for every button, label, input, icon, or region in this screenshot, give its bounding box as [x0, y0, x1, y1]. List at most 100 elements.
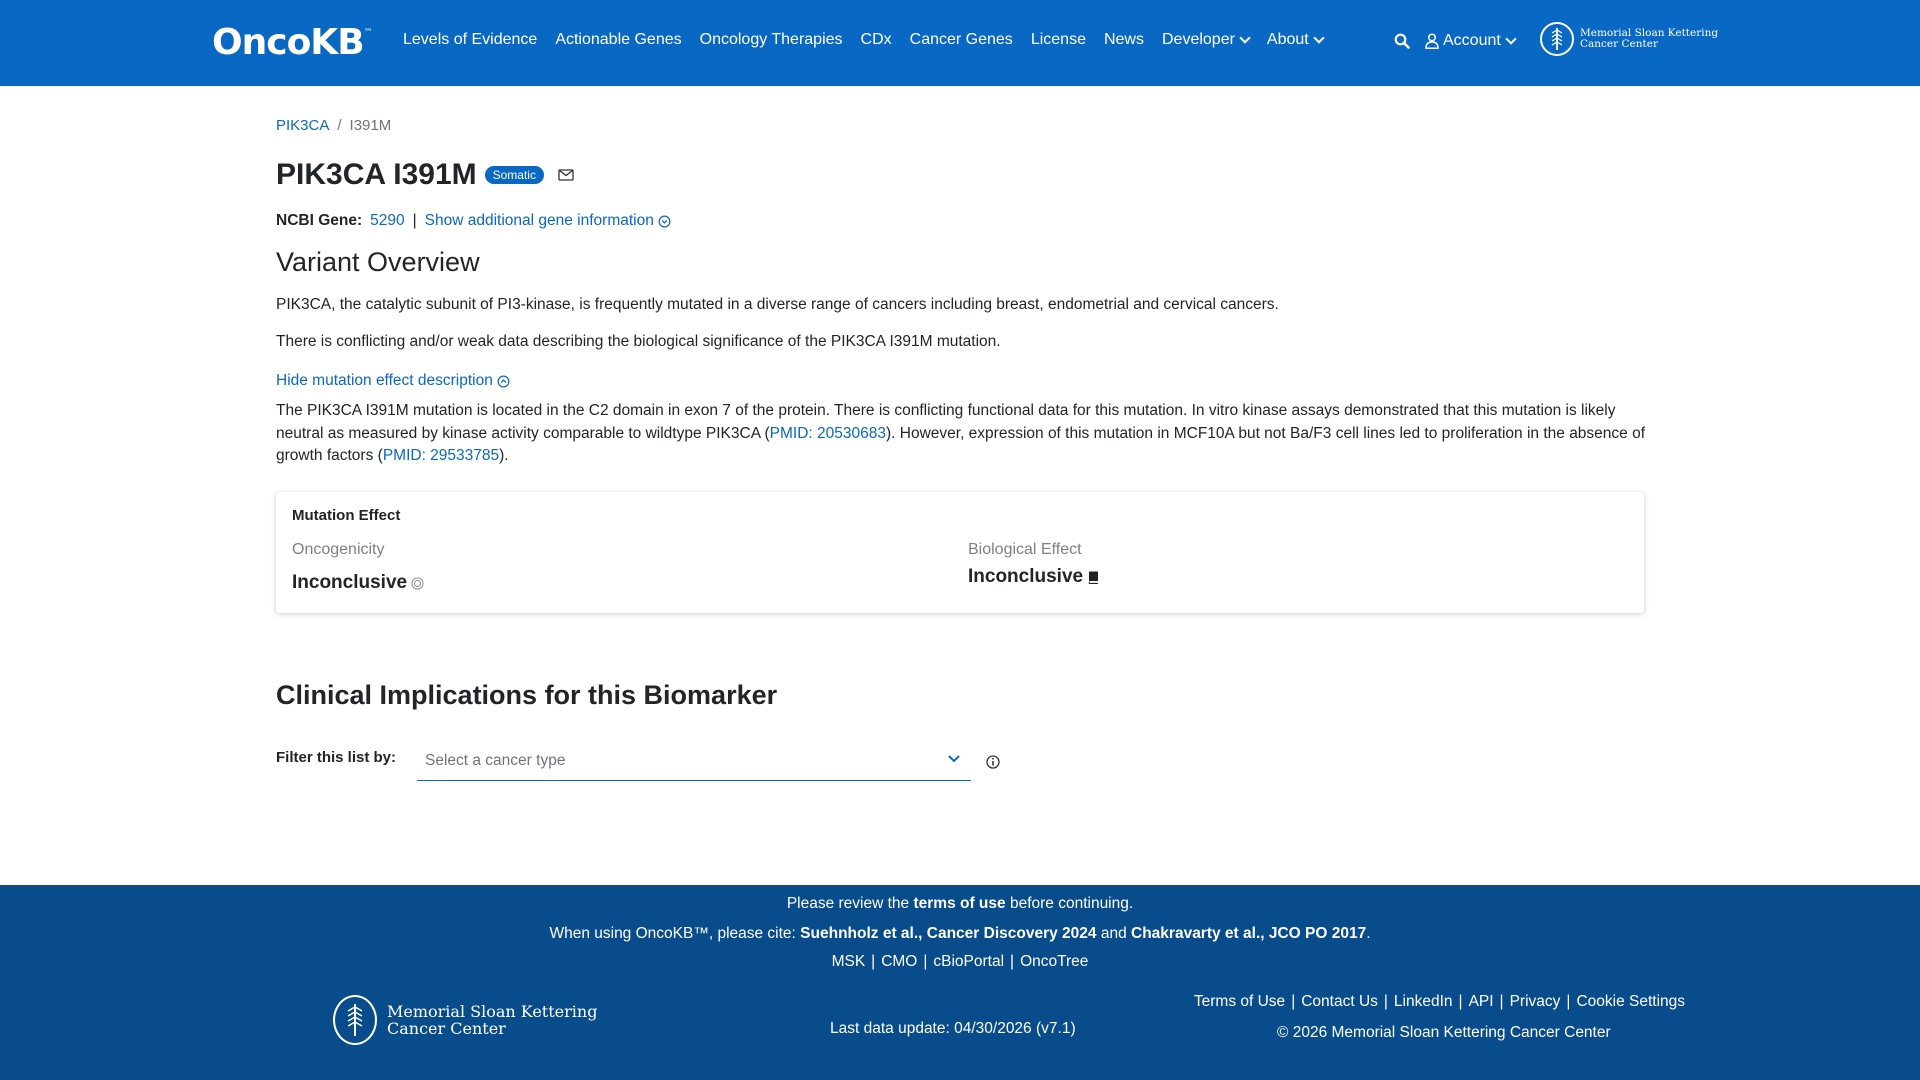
- cite-text-c: and: [1096, 925, 1132, 942]
- top-navbar: OncoKB™ Levels of Evidence Actionable Ge…: [0, 0, 1920, 86]
- book-icon[interactable]: [1087, 570, 1100, 584]
- review-text-c: before continuing.: [1005, 895, 1134, 912]
- oncogenicity-label: Oncogenicity: [292, 541, 385, 558]
- breadcrumb-gene-link[interactable]: PIK3CA: [276, 117, 329, 134]
- msk-footer-logo[interactable]: Memorial Sloan Kettering Cancer Center: [333, 995, 597, 1045]
- footer-cite-line: When using OncoKB™, please cite: Suehnho…: [0, 925, 1920, 943]
- terms-link[interactable]: Terms of Use: [1194, 993, 1285, 1010]
- mutation-effect-description: The PIK3CA I391M mutation is located in …: [276, 400, 1648, 468]
- variant-summary: There is conflicting and/or weak data de…: [276, 333, 1001, 350]
- account-menu[interactable]: Account: [1425, 32, 1517, 50]
- pipe-divider: |: [871, 953, 876, 970]
- pmid-link-20530683[interactable]: PMID: 20530683: [770, 425, 886, 442]
- review-text-a: Please review the: [786, 895, 914, 912]
- nav-oncology-therapies[interactable]: Oncology Therapies: [691, 31, 852, 49]
- cite-text-a: When using OncoKB™, please cite:: [549, 925, 801, 942]
- biological-effect-value: Inconclusive: [968, 566, 1084, 587]
- chevron-down-icon: [1505, 33, 1517, 45]
- last-data-update: Last data update: 04/30/2026 (v7.1): [830, 1020, 1076, 1037]
- terms-of-use-link[interactable]: terms of use: [913, 895, 1005, 912]
- description-part-3: ).: [499, 447, 509, 464]
- cookie-settings-link[interactable]: Cookie Settings: [1576, 993, 1685, 1010]
- nav-about[interactable]: About: [1258, 31, 1332, 49]
- ncbi-gene-label: NCBI Gene:: [276, 212, 363, 229]
- gene-summary: PIK3CA, the catalytic subunit of PI3-kin…: [276, 296, 1279, 313]
- cancer-type-select[interactable]: Select a cancer type: [417, 742, 971, 781]
- nav-developer[interactable]: Developer: [1153, 31, 1258, 49]
- cmo-link[interactable]: CMO: [881, 953, 917, 970]
- gene-info-separator: |: [412, 212, 417, 229]
- chevron-down-icon: [948, 755, 960, 763]
- msk-footer-line2: Cancer Center: [387, 1019, 506, 1038]
- nav-cdx[interactable]: CDx: [852, 31, 901, 49]
- footer: Please review the terms of use before co…: [0, 885, 1920, 1080]
- biological-effect-label: Biological Effect: [968, 541, 1082, 558]
- title-row: PIK3CA I391M Somatic: [276, 158, 574, 192]
- api-link[interactable]: API: [1469, 993, 1494, 1010]
- nav-news[interactable]: News: [1095, 31, 1153, 49]
- show-gene-info-toggle[interactable]: Show additional gene information: [425, 212, 671, 230]
- info-icon[interactable]: [986, 755, 1000, 769]
- mutation-effect-card: Mutation Effect Oncogenicity Inconclusiv…: [276, 492, 1644, 613]
- filter-label: Filter this list by:: [276, 749, 397, 766]
- breadcrumb-separator: /: [337, 117, 342, 134]
- msk-header-logo[interactable]: Memorial Sloan Kettering Cancer Center: [1540, 22, 1718, 56]
- hide-mutation-effect-toggle[interactable]: Hide mutation effect description: [276, 372, 510, 390]
- footer-partner-links: MSK | CMO | cBioPortal | OncoTree: [0, 953, 1920, 971]
- pipe-divider: |: [1010, 953, 1015, 970]
- mutation-effect-title: Mutation Effect: [292, 507, 401, 524]
- nav-license[interactable]: License: [1022, 31, 1095, 49]
- pipe-divider: |: [1383, 993, 1388, 1010]
- logo-tm: ™: [363, 28, 373, 38]
- oncokb-logo[interactable]: OncoKB™: [212, 22, 373, 63]
- nav-developer-label: Developer: [1161, 31, 1235, 48]
- msk-footer-text: Memorial Sloan Kettering Cancer Center: [387, 1003, 597, 1037]
- linkedin-link[interactable]: LinkedIn: [1394, 993, 1453, 1010]
- chevron-down-icon: [1313, 32, 1325, 44]
- copyright: © 2026 Memorial Sloan Kettering Cancer C…: [1277, 1024, 1611, 1041]
- account-label: Account: [1443, 32, 1501, 49]
- msk-footer-line1: Memorial Sloan Kettering: [387, 1002, 598, 1021]
- oncotree-link[interactable]: OncoTree: [1020, 953, 1088, 970]
- footer-review-line: Please review the terms of use before co…: [0, 895, 1920, 913]
- oncogenicity-level-icon[interactable]: [411, 576, 424, 590]
- privacy-link[interactable]: Privacy: [1510, 993, 1561, 1010]
- logo-text: OncoKB: [212, 22, 365, 63]
- pmid-link-29533785[interactable]: PMID: 29533785: [383, 447, 499, 464]
- cite-text-e: .: [1366, 925, 1371, 942]
- footer-legal-links: Terms of Use | Contact Us | LinkedIn | API | Pri…: [1194, 993, 1685, 1011]
- nav-levels-of-evidence[interactable]: Levels of Evidence: [403, 31, 546, 49]
- nav-about-label: About: [1266, 31, 1309, 48]
- oncogenicity-value: Inconclusive: [292, 572, 408, 593]
- main-nav: Levels of Evidence Actionable Genes Onco…: [403, 31, 1332, 49]
- pipe-divider: |: [1499, 993, 1504, 1010]
- search-icon[interactable]: [1394, 33, 1410, 49]
- msk-line2: Cancer Center: [1580, 38, 1658, 50]
- cbioportal-link[interactable]: cBioPortal: [933, 953, 1004, 970]
- nav-actionable-genes[interactable]: Actionable Genes: [546, 31, 690, 49]
- ncbi-gene-link[interactable]: 5290: [370, 212, 404, 230]
- citation-suehnholz[interactable]: Suehnholz et al., Cancer Discovery 2024: [800, 925, 1096, 942]
- user-icon: [1425, 33, 1439, 49]
- pipe-divider: |: [1458, 993, 1463, 1010]
- pipe-divider: |: [1566, 993, 1571, 1010]
- msk-emblem-icon: [333, 995, 377, 1045]
- breadcrumb: PIK3CA / I391M: [276, 117, 391, 134]
- biological-effect-value-row: Inconclusive: [968, 566, 1100, 588]
- citation-chakravarty[interactable]: Chakravarty et al., JCO PO 2017: [1131, 925, 1366, 942]
- chevron-down-icon: [1239, 32, 1251, 44]
- show-gene-info-label: Show additional gene information: [424, 212, 654, 229]
- gene-info-row: NCBI Gene: 5290 | Show additional gene i…: [276, 212, 671, 230]
- clinical-implications-heading: Clinical Implications for this Biomarker: [276, 680, 778, 710]
- contact-link[interactable]: Contact Us: [1301, 993, 1378, 1010]
- mail-icon[interactable]: [558, 169, 574, 181]
- circle-chevron-down-icon: [658, 215, 671, 227]
- msk-link[interactable]: MSK: [832, 953, 866, 970]
- variant-overview-heading: Variant Overview: [276, 247, 480, 277]
- somatic-badge: Somatic: [484, 166, 544, 184]
- circle-chevron-up-icon: [497, 375, 510, 387]
- breadcrumb-current: I391M: [349, 117, 392, 134]
- pipe-divider: |: [1291, 993, 1296, 1010]
- nav-cancer-genes[interactable]: Cancer Genes: [901, 31, 1022, 49]
- oncogenicity-value-row: Inconclusive: [292, 572, 424, 594]
